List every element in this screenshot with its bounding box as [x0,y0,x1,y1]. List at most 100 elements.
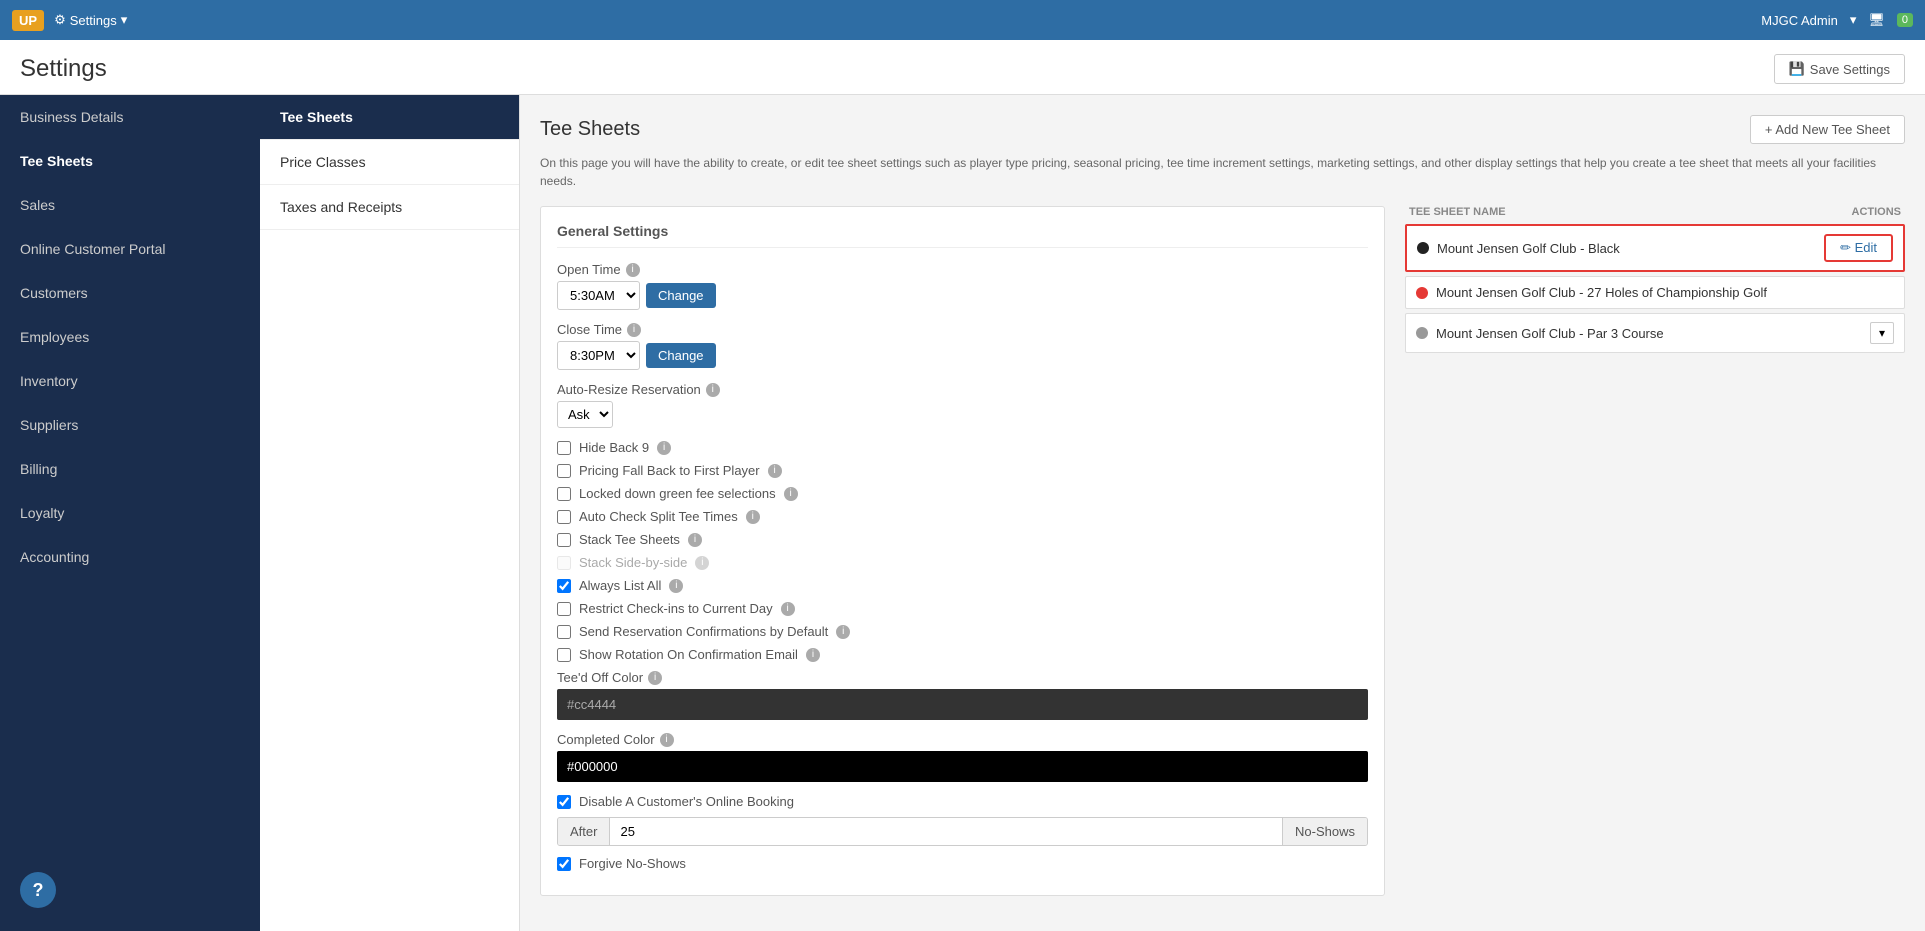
always-list-all-info-icon[interactable]: i [669,579,683,593]
auto-resize-info-icon[interactable]: i [706,383,720,397]
disable-online-booking-checkbox[interactable] [557,795,571,809]
tee-sheet-row-left: Mount Jensen Golf Club - 27 Holes of Cha… [1416,285,1767,300]
teed-off-color-label: Tee'd Off Color i [557,670,1368,685]
teed-off-color-info-icon[interactable]: i [648,671,662,685]
sub-sidebar-label: Taxes and Receipts [280,199,402,215]
locked-green-fee-checkbox[interactable] [557,487,571,501]
close-time-info-icon[interactable]: i [627,323,641,337]
auto-resize-select[interactable]: Ask Yes No [557,401,613,428]
close-time-change-button[interactable]: Change [646,343,716,368]
send-confirmations-info-icon[interactable]: i [836,625,850,639]
hide-back-9-checkbox[interactable] [557,441,571,455]
show-rotation-checkbox[interactable] [557,648,571,662]
save-settings-button[interactable]: 💾 Save Settings [1774,54,1905,84]
always-list-all-row: Always List All i [557,578,1368,593]
pricing-fall-back-checkbox[interactable] [557,464,571,478]
sidebar-item-billing[interactable]: Billing [0,447,260,491]
restrict-checkins-checkbox[interactable] [557,602,571,616]
completed-color-label: Completed Color i [557,732,1368,747]
locked-green-fee-label: Locked down green fee selections [579,486,776,501]
show-rotation-row: Show Rotation On Confirmation Email i [557,647,1368,662]
help-button[interactable]: ? [20,872,56,908]
open-time-info-icon[interactable]: i [626,263,640,277]
completed-color-info-icon[interactable]: i [660,733,674,747]
general-settings-title: General Settings [557,223,1368,248]
teed-off-color-input[interactable]: #cc4444 [557,689,1368,720]
locked-green-fee-row: Locked down green fee selections i [557,486,1368,501]
stack-tee-sheets-info-icon[interactable]: i [688,533,702,547]
close-time-row: Close Time i 8:30PM 8:00PM 9:00PM Change [557,322,1368,370]
tee-sheet-row-par3[interactable]: Mount Jensen Golf Club - Par 3 Course ▾ [1405,313,1905,353]
auto-check-split-info-icon[interactable]: i [746,510,760,524]
close-time-select[interactable]: 8:30PM 8:00PM 9:00PM [557,341,640,370]
notification-badge[interactable]: 0 [1897,13,1913,27]
sidebar-item-inventory[interactable]: Inventory [0,359,260,403]
completed-color-row: Completed Color i #000000 [557,732,1368,782]
restrict-checkins-info-icon[interactable]: i [781,602,795,616]
gear-icon: ⚙ [54,12,66,28]
forgive-no-shows-checkbox[interactable] [557,857,571,871]
sidebar-item-customers[interactable]: Customers [0,271,260,315]
disable-online-booking-label: Disable A Customer's Online Booking [579,794,794,809]
user-label[interactable]: MJGC Admin [1761,13,1838,28]
sidebar-item-accounting[interactable]: Accounting [0,535,260,579]
user-dropdown-arrow: ▾ [1850,12,1857,28]
sub-sidebar-label: Price Classes [280,154,366,170]
hide-back-9-label: Hide Back 9 [579,440,649,455]
show-rotation-info-icon[interactable]: i [806,648,820,662]
open-time-change-button[interactable]: Change [646,283,716,308]
tee-sheet-row-championship[interactable]: Mount Jensen Golf Club - 27 Holes of Cha… [1405,276,1905,309]
sidebar-item-sales[interactable]: Sales [0,183,260,227]
sidebar-item-tee-sheets[interactable]: Tee Sheets [0,139,260,183]
tee-sheet-list-panel: TEE SHEET NAME ACTIONS Mount Jensen Golf… [1405,206,1905,896]
settings-dropdown-arrow: ▾ [121,12,128,28]
completed-color-input[interactable]: #000000 [557,751,1368,782]
pricing-fall-back-info-icon[interactable]: i [768,464,782,478]
sidebar-item-employees[interactable]: Employees [0,315,260,359]
sub-sidebar-item-taxes-receipts[interactable]: Taxes and Receipts [260,185,519,230]
tee-sheet-dropdown-button[interactable]: ▾ [1870,322,1894,344]
stack-side-by-side-info-icon[interactable]: i [695,556,709,570]
auto-resize-row: Auto-Resize Reservation i Ask Yes No [557,382,1368,428]
sidebar: Business Details Tee Sheets Sales Online… [0,95,260,931]
no-shows-button[interactable]: No-Shows [1282,818,1367,845]
pricing-fall-back-label: Pricing Fall Back to First Player [579,463,760,478]
tee-sheet-row-left: Mount Jensen Golf Club - Black [1417,241,1620,256]
open-time-select[interactable]: 5:30AM 5:00AM 6:00AM [557,281,640,310]
send-confirmations-row: Send Reservation Confirmations by Defaul… [557,624,1368,639]
restrict-checkins-row: Restrict Check-ins to Current Day i [557,601,1368,616]
close-time-controls: 8:30PM 8:00PM 9:00PM Change [557,341,1368,370]
sidebar-item-business-details[interactable]: Business Details [0,95,260,139]
sidebar-item-loyalty[interactable]: Loyalty [0,491,260,535]
sub-sidebar-item-tee-sheets[interactable]: Tee Sheets [260,95,519,140]
send-confirmations-checkbox[interactable] [557,625,571,639]
pricing-fall-back-row: Pricing Fall Back to First Player i [557,463,1368,478]
sidebar-item-label: Billing [20,461,57,477]
section-header: Tee Sheets + Add New Tee Sheet [540,115,1905,144]
dot-red-icon [1416,287,1428,299]
stack-side-by-side-checkbox[interactable] [557,556,571,570]
monitor-icon[interactable]: 🖥 [1868,12,1885,28]
auto-check-split-checkbox[interactable] [557,510,571,524]
stack-tee-sheets-checkbox[interactable] [557,533,571,547]
after-input[interactable] [610,818,1282,845]
sidebar-item-suppliers[interactable]: Suppliers [0,403,260,447]
app-logo[interactable]: UP [12,10,44,31]
sidebar-item-online-customer-portal[interactable]: Online Customer Portal [0,227,260,271]
stack-side-by-side-label: Stack Side-by-side [579,555,687,570]
locked-green-fee-info-icon[interactable]: i [784,487,798,501]
tee-sheet-row-black[interactable]: Mount Jensen Golf Club - Black ✏ Edit [1405,224,1905,272]
stack-side-by-side-row: Stack Side-by-side i [557,555,1368,570]
sub-sidebar-label: Tee Sheets [280,109,353,125]
settings-menu[interactable]: ⚙ Settings ▾ [54,12,127,28]
topbar: UP ⚙ Settings ▾ MJGC Admin ▾ 🖥 0 [0,0,1925,40]
send-confirmations-label: Send Reservation Confirmations by Defaul… [579,624,828,639]
sub-sidebar-item-price-classes[interactable]: Price Classes [260,140,519,185]
sub-sidebar: Tee Sheets Price Classes Taxes and Recei… [260,95,520,931]
stack-tee-sheets-label: Stack Tee Sheets [579,532,680,547]
hide-back-9-info-icon[interactable]: i [657,441,671,455]
add-new-tee-sheet-button[interactable]: + Add New Tee Sheet [1750,115,1905,144]
edit-tee-sheet-button[interactable]: ✏ Edit [1824,234,1893,262]
sidebar-item-label: Business Details [20,109,124,125]
always-list-all-checkbox[interactable] [557,579,571,593]
